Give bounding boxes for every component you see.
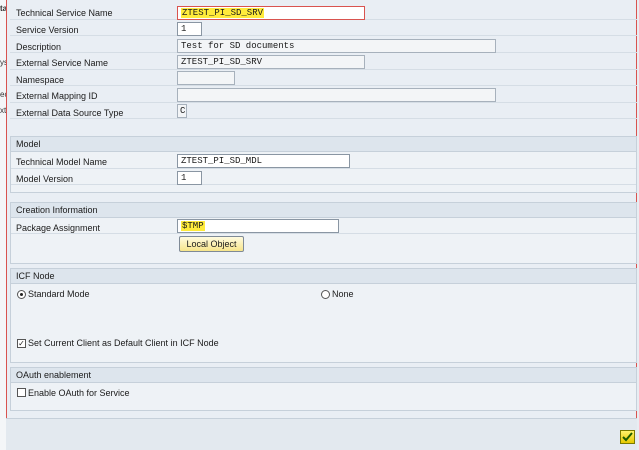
service-version-label: Service Version [16, 25, 79, 35]
external-data-source-type-field[interactable]: C [177, 104, 187, 118]
row-divider [11, 170, 636, 185]
model-version-label: Model Version [16, 174, 74, 184]
description-field[interactable]: Test for SD documents [177, 39, 496, 53]
default-client-checkbox[interactable]: ✓ [17, 339, 26, 348]
enable-oauth-label: Enable OAuth for Service [28, 388, 130, 398]
external-service-name-field[interactable]: ZTEST_PI_SD_SRV [177, 55, 365, 69]
standard-mode-radio[interactable] [17, 290, 26, 299]
none-label: None [332, 289, 354, 299]
technical-model-name-field[interactable]: ZTEST_PI_SD_MDL [177, 154, 350, 168]
icf-node-group-header: ICF Node [11, 269, 636, 284]
technical-service-name-label: Technical Service Name [16, 8, 113, 18]
checkmark-icon [622, 432, 633, 442]
enable-oauth-checkbox[interactable] [17, 388, 26, 397]
standard-mode-label: Standard Mode [28, 289, 90, 299]
external-mapping-id-label: External Mapping ID [16, 91, 98, 101]
technical-model-name-label: Technical Model Name [16, 157, 108, 167]
dialog-footer [6, 418, 637, 450]
creation-info-group-header: Creation Information [11, 203, 636, 218]
none-radio[interactable] [321, 290, 330, 299]
external-mapping-id-field[interactable] [177, 88, 496, 102]
external-service-name-label: External Service Name [16, 58, 109, 68]
model-version-field[interactable]: 1 [177, 171, 202, 185]
technical-service-name-field[interactable]: ZTEST_PI_SD_SRV [177, 6, 365, 20]
description-label: Description [16, 42, 62, 52]
default-client-label: Set Current Client as Default Client in … [28, 338, 219, 348]
local-object-button[interactable]: Local Object [179, 236, 244, 252]
oauth-group-header: OAuth enablement [11, 368, 636, 383]
dialog-root: ta ys ec xt Technical Service Name ZTEST… [0, 0, 639, 450]
service-version-field[interactable]: 1 [177, 22, 202, 36]
package-assignment-label: Package Assignment [16, 223, 101, 233]
external-data-source-type-label: External Data Source Type [16, 108, 124, 118]
row-divider [10, 71, 637, 86]
icf-node-group: ICF Node [10, 268, 637, 363]
row-divider [10, 21, 637, 36]
package-assignment-field[interactable]: $TMP [177, 219, 339, 233]
model-group-header: Model [11, 137, 636, 152]
namespace-field[interactable] [177, 71, 235, 85]
continue-button[interactable] [620, 430, 635, 444]
namespace-label: Namespace [16, 75, 65, 85]
